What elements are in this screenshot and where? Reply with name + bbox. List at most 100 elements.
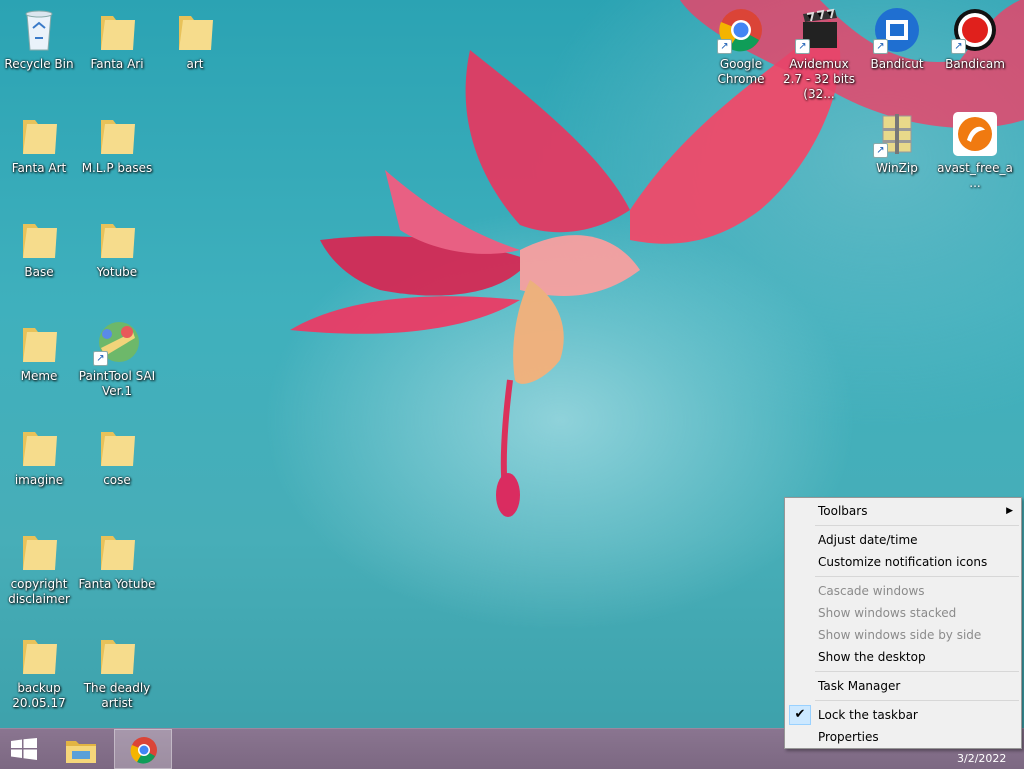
- folder-icon: [15, 422, 63, 470]
- folder-icon: [15, 630, 63, 678]
- menu-item-show-windows-side-by-side: Show windows side by side: [787, 624, 1019, 646]
- painttool-sai-shortcut[interactable]: ↗ PaintTool SAI Ver.1: [78, 318, 156, 399]
- menu-item-task-manager[interactable]: Task Manager: [787, 675, 1019, 697]
- icon-label: Avidemux 2.7 - 32 bits (32...: [782, 57, 856, 101]
- chrome-icon: [130, 736, 158, 767]
- menu-item-label: Adjust date/time: [818, 533, 918, 547]
- chrome-icon: ↗: [717, 6, 765, 54]
- icon-label: WinZip: [876, 161, 918, 175]
- folder-art[interactable]: art: [156, 6, 234, 72]
- menu-separator: [815, 671, 1019, 672]
- icon-label: cose: [103, 473, 131, 487]
- recycle-bin-shortcut[interactable]: Recycle Bin: [0, 6, 78, 72]
- menu-item-show-desktop[interactable]: Show the desktop: [787, 646, 1019, 668]
- menu-item-adjust-datetime[interactable]: Adjust date/time: [787, 529, 1019, 551]
- folder-icon: [93, 6, 141, 54]
- taskbar-context-menu: Toolbars ▶ Adjust date/time Customize no…: [784, 497, 1022, 749]
- winzip-shortcut[interactable]: ↗ WinZip: [858, 110, 936, 176]
- shortcut-arrow-icon: ↗: [717, 39, 732, 54]
- icon-label: Google Chrome: [717, 57, 765, 86]
- icon-label: copyright disclaimer: [8, 577, 70, 606]
- avast-icon: [951, 110, 999, 158]
- folder-base[interactable]: Base: [0, 214, 78, 280]
- folder-icon: [15, 110, 63, 158]
- menu-item-label: Properties: [818, 730, 879, 744]
- icon-label: Recycle Bin: [4, 57, 74, 71]
- file-explorer-taskbar-button[interactable]: [56, 729, 108, 769]
- folder-icon: [93, 630, 141, 678]
- folder-fanta-ari[interactable]: Fanta Ari: [78, 6, 156, 72]
- folder-icon: [15, 526, 63, 574]
- file-explorer-icon: [64, 735, 98, 768]
- tray-date[interactable]: 3/2/2022: [957, 752, 1006, 765]
- menu-item-label: Lock the taskbar: [818, 708, 918, 722]
- folder-icon: [15, 318, 63, 366]
- menu-item-lock-taskbar[interactable]: ✔ Lock the taskbar: [787, 704, 1019, 726]
- shortcut-arrow-icon: ↗: [873, 143, 888, 158]
- icon-label: Fanta Art: [11, 161, 67, 175]
- avidemux-icon: ↗: [795, 6, 843, 54]
- icon-label: avast_free_a...: [937, 161, 1013, 190]
- menu-item-toolbars[interactable]: Toolbars ▶: [787, 500, 1019, 522]
- folder-icon: [171, 6, 219, 54]
- menu-item-cascade-windows: Cascade windows: [787, 580, 1019, 602]
- bandicut-shortcut[interactable]: ↗ Bandicut: [858, 6, 936, 72]
- icon-label: Fanta Yotube: [78, 577, 156, 591]
- menu-separator: [815, 525, 1019, 526]
- shortcut-arrow-icon: ↗: [951, 39, 966, 54]
- icon-label: M.L.P bases: [81, 161, 153, 175]
- folder-the-deadly-artist[interactable]: The deadly artist: [78, 630, 156, 711]
- folder-icon: [93, 526, 141, 574]
- folder-meme[interactable]: Meme: [0, 318, 78, 384]
- start-button[interactable]: [0, 729, 48, 769]
- menu-item-properties[interactable]: Properties: [787, 726, 1019, 748]
- menu-item-label: Customize notification icons: [818, 555, 988, 569]
- menu-item-label: Cascade windows: [818, 584, 925, 598]
- menu-separator: [815, 700, 1019, 701]
- icon-label: The deadly artist: [83, 681, 151, 710]
- bandicam-icon: ↗: [951, 6, 999, 54]
- menu-separator: [815, 576, 1019, 577]
- icon-label: art: [186, 57, 204, 71]
- icon-label: imagine: [14, 473, 64, 487]
- menu-item-label: Show windows side by side: [818, 628, 982, 642]
- folder-copyright-disclaimer[interactable]: copyright disclaimer: [0, 526, 78, 607]
- folder-icon: [93, 110, 141, 158]
- avidemux-shortcut[interactable]: ↗ Avidemux 2.7 - 32 bits (32...: [780, 6, 858, 102]
- chrome-taskbar-button[interactable]: [114, 729, 172, 769]
- menu-item-label: Task Manager: [818, 679, 901, 693]
- bandicut-icon: ↗: [873, 6, 921, 54]
- shortcut-arrow-icon: ↗: [93, 351, 108, 366]
- shortcut-arrow-icon: ↗: [873, 39, 888, 54]
- folder-fanta-art[interactable]: Fanta Art: [0, 110, 78, 176]
- checkmark-icon: ✔: [789, 705, 811, 725]
- folder-cose[interactable]: cose: [78, 422, 156, 488]
- folder-backup[interactable]: backup 20.05.17: [0, 630, 78, 711]
- folder-icon: [93, 422, 141, 470]
- folder-fanta-yotube[interactable]: Fanta Yotube: [78, 526, 156, 592]
- icon-label: PaintTool SAI Ver.1: [78, 369, 156, 398]
- icon-label: Bandicam: [945, 57, 1005, 71]
- folder-imagine[interactable]: imagine: [0, 422, 78, 488]
- menu-item-customize-notification-icons[interactable]: Customize notification icons: [787, 551, 1019, 573]
- recycle-bin-icon: [15, 6, 63, 54]
- avast-installer[interactable]: avast_free_a...: [936, 110, 1014, 191]
- google-chrome-shortcut[interactable]: ↗ Google Chrome: [702, 6, 780, 87]
- shortcut-arrow-icon: ↗: [795, 39, 810, 54]
- icon-label: Yotube: [96, 265, 138, 279]
- painttool-sai-icon: ↗: [93, 318, 141, 366]
- menu-item-label: Toolbars: [818, 504, 868, 518]
- folder-icon: [15, 214, 63, 262]
- menu-item-label: Show the desktop: [818, 650, 926, 664]
- folder-yotube[interactable]: Yotube: [78, 214, 156, 280]
- winzip-icon: ↗: [873, 110, 921, 158]
- icon-label: Fanta Ari: [90, 57, 144, 71]
- menu-item-label: Show windows stacked: [818, 606, 957, 620]
- windows-logo-icon: [11, 738, 37, 763]
- icon-label: Bandicut: [870, 57, 924, 71]
- bandicam-shortcut[interactable]: ↗ Bandicam: [936, 6, 1014, 72]
- icon-label: Base: [24, 265, 54, 279]
- folder-mlp-bases[interactable]: M.L.P bases: [78, 110, 156, 176]
- icon-label: Meme: [20, 369, 58, 383]
- folder-icon: [93, 214, 141, 262]
